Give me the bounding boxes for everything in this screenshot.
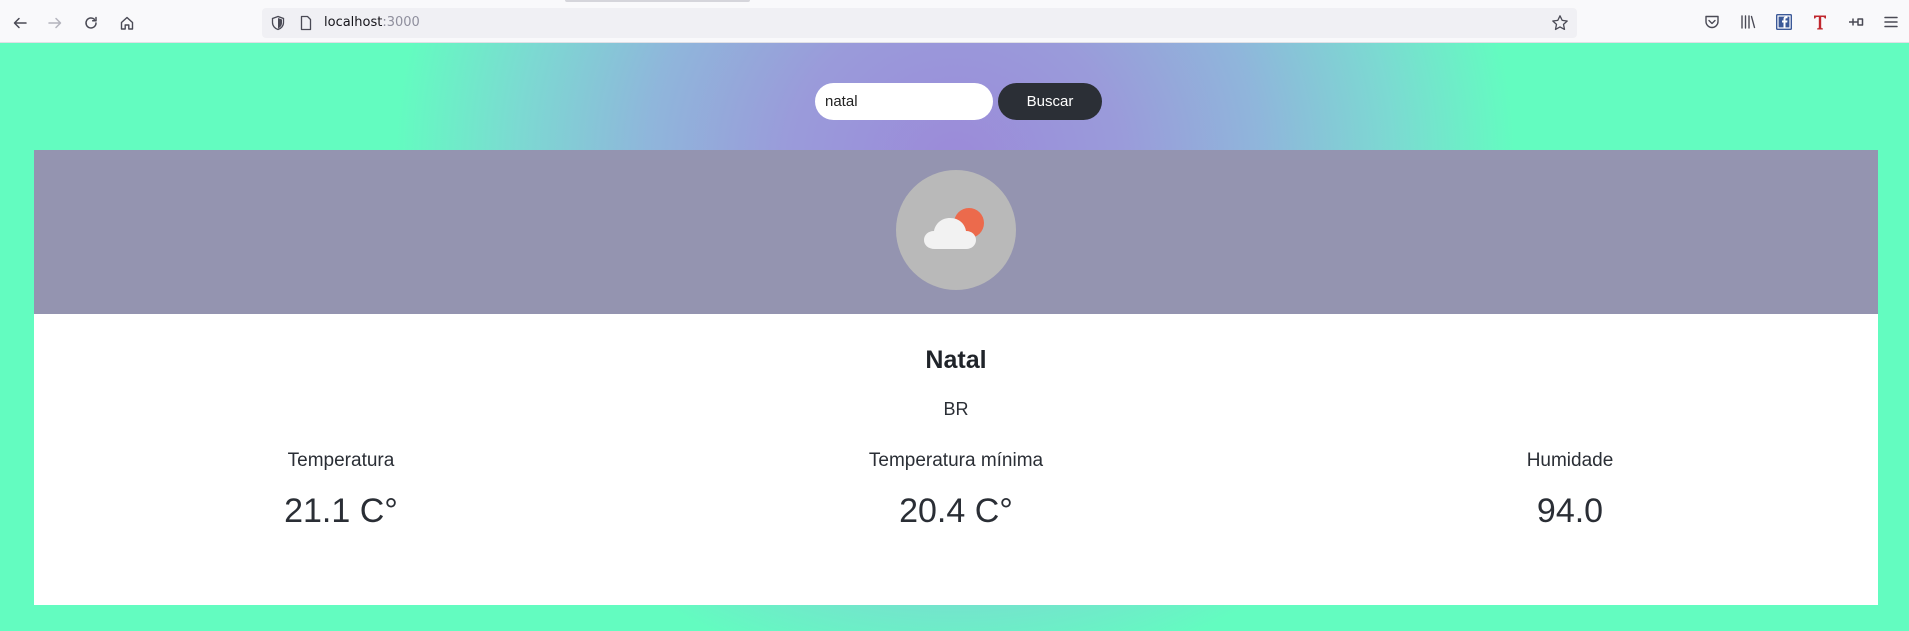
library-button[interactable] [1738,12,1758,32]
search-button[interactable]: Buscar [998,83,1102,120]
reload-button[interactable] [78,10,104,36]
url-port: :3000 [382,15,420,30]
facebook-container-button[interactable] [1774,12,1794,32]
t-extension-icon [1814,15,1826,30]
bookmark-star-icon[interactable] [1551,14,1569,32]
stat-label: Humidade [1526,450,1614,471]
city-name: Natal [925,346,987,374]
menu-icon [1884,16,1898,28]
page-icon[interactable] [298,15,314,31]
page-viewport: Buscar Natal BR Temperatura 21.1 C° Temp… [0,43,1909,631]
stat-min-temperature: Temperatura mínima 20.4 C° [806,450,1106,531]
menu-button[interactable] [1881,12,1901,32]
pocket-button[interactable] [1702,12,1722,32]
weather-icon-container [896,170,1016,290]
stat-label: Temperatura mínima [868,450,1044,471]
home-icon [120,16,134,30]
stat-temperature: Temperatura 21.1 C° [191,450,491,531]
stat-value: 20.4 C° [899,492,1013,530]
forward-button[interactable] [42,10,68,36]
stat-label: Temperatura [287,450,395,471]
tab-indicator [565,0,750,2]
search-input[interactable] [815,83,993,120]
country-code: BR [943,399,969,419]
home-button[interactable] [114,10,140,36]
browser-toolbar: localhost:3000 [0,0,1909,43]
reload-icon [85,16,97,29]
url-host: localhost [324,15,383,30]
search-form: Buscar [0,83,1909,120]
weather-card-header [34,150,1878,314]
stat-humidity: Humidade 94.0 [1420,450,1720,531]
back-button[interactable] [7,10,33,36]
stat-value: 21.1 C° [284,492,398,530]
shield-icon[interactable] [270,15,286,31]
url-text[interactable]: localhost:3000 [324,15,420,30]
stat-value: 94.0 [1536,492,1604,530]
cloud-sun-icon [924,208,984,249]
forward-icon [48,17,62,29]
pin-extension-icon [1849,18,1864,26]
back-icon [13,17,27,29]
library-icon [1741,15,1756,29]
weather-card: Natal BR Temperatura 21.1 C° Temperatura… [34,150,1878,605]
t-extension-button[interactable] [1810,12,1830,32]
url-bar[interactable]: localhost:3000 [262,8,1577,38]
pin-extension-button[interactable] [1846,12,1866,32]
facebook-container-icon [1776,14,1792,30]
pocket-icon [1705,15,1719,29]
